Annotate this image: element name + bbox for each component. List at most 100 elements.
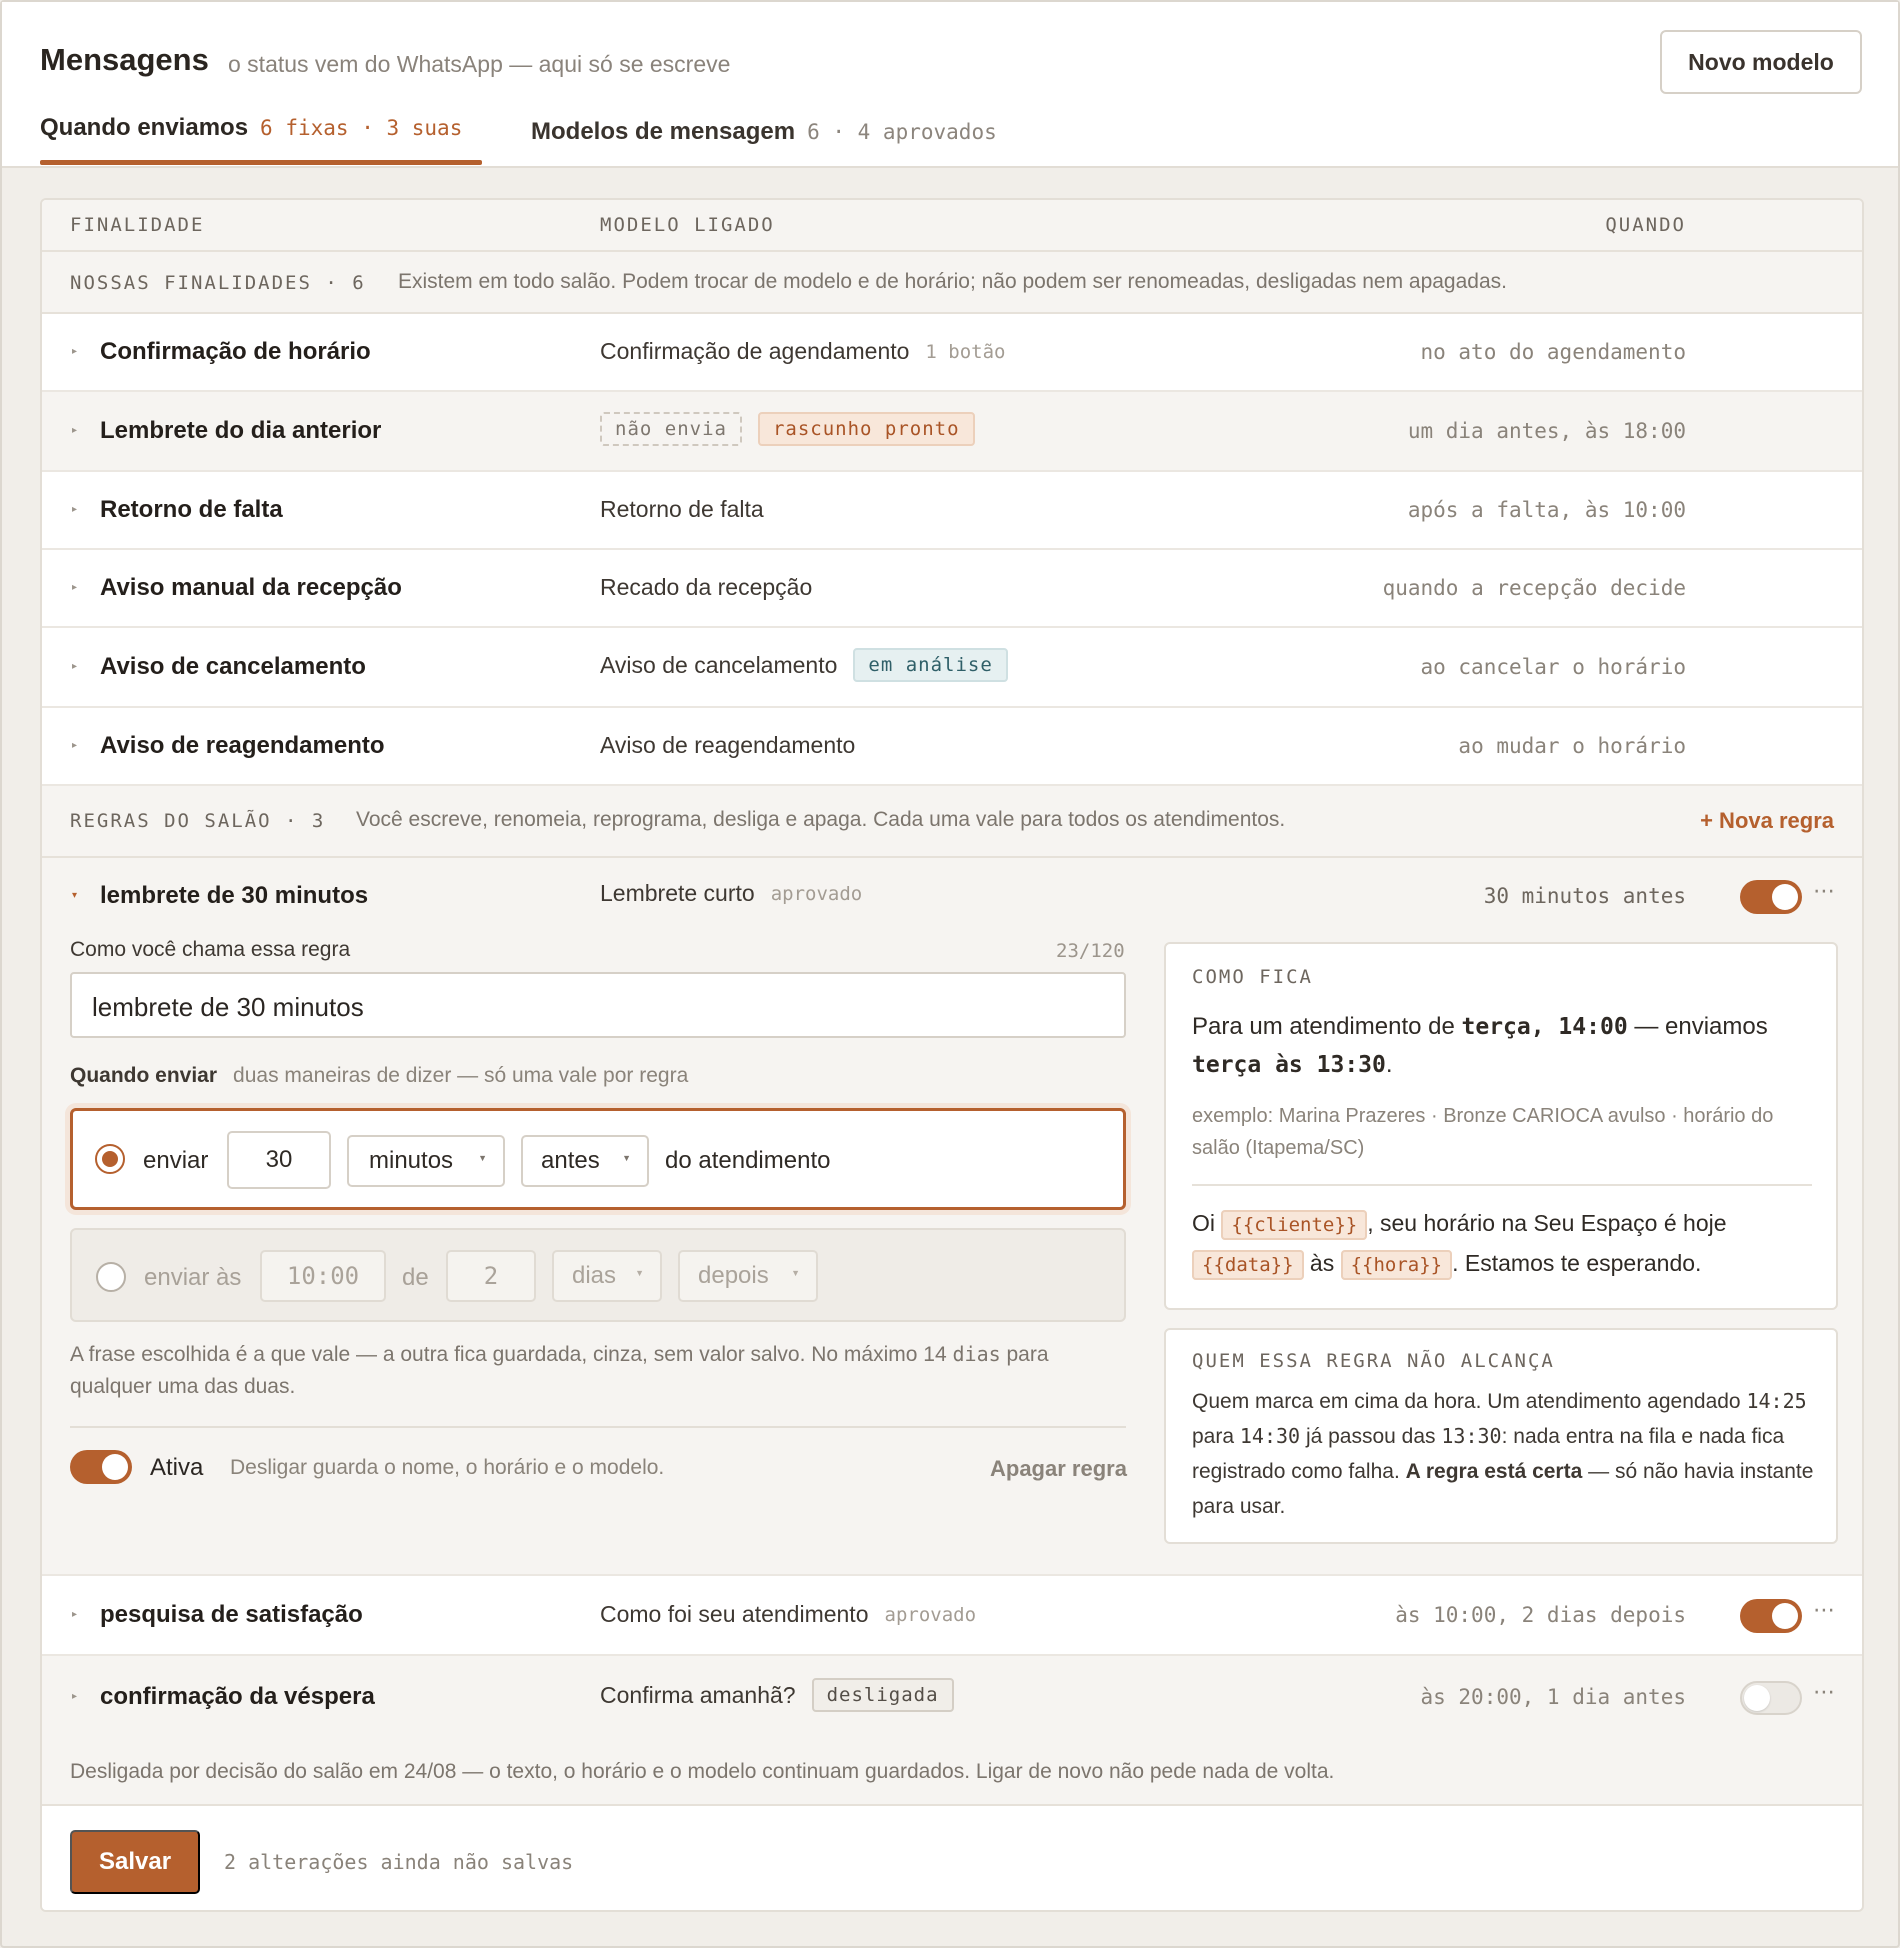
days-unit-value: dias (572, 1262, 617, 1289)
choice-note: A frase escolhida é a que vale — a outra… (70, 1338, 1130, 1403)
expand-icon[interactable]: ▸ (72, 661, 77, 672)
expand-icon[interactable]: ▸ (72, 504, 77, 515)
model-cell: Aviso de reagendamento (600, 732, 855, 759)
expand-icon[interactable]: ▸ (72, 425, 77, 436)
send-prefix: enviar (143, 1147, 209, 1174)
schedule-table: FINALIDADE MODELO LIGADO QUANDO NOSSAS F… (40, 198, 1864, 1912)
tab-count: 6 · 4 aprovados (807, 120, 997, 144)
model-name: Confirmação de agendamento (600, 338, 910, 364)
purpose-name: Aviso de reagendamento (100, 732, 385, 759)
direction-select[interactable]: antes ▼ (521, 1135, 649, 1187)
unit-value: minutos (369, 1147, 454, 1174)
rule-name-input[interactable]: lembrete de 30 minutos (70, 972, 1126, 1038)
direction-value: antes (541, 1147, 600, 1174)
purpose-name: Retorno de falta (100, 496, 283, 523)
rule-name[interactable]: lembrete de 30 minutos (100, 882, 368, 910)
active-toggle[interactable] (70, 1450, 132, 1484)
body-text: já passou das (1305, 1425, 1436, 1448)
tab-message-templates[interactable]: Modelos de mensagem 6 · 4 aprovados (531, 118, 997, 146)
summary-period: . (1385, 1051, 1393, 1078)
variable-hour: {{hora}} (1340, 1250, 1453, 1280)
table-row[interactable]: ▸ pesquisa de satisfação Como foi seu at… (42, 1576, 1862, 1656)
model-cell: Retorno de falta (600, 496, 764, 523)
expand-icon[interactable]: ▸ (72, 1691, 77, 1702)
footer-bar: Salvar 2 alterações ainda não salvas (42, 1806, 1862, 1910)
expand-icon[interactable]: ▸ (72, 346, 77, 357)
chevron-down-icon: ▼ (635, 1268, 644, 1278)
rule-toggle[interactable] (1740, 1681, 1802, 1715)
app-window: Mensagens o status vem do WhatsApp — aqu… (0, 0, 1900, 1948)
relative-time-option[interactable]: enviar 30 minutos ▼ antes ▼ do atendimento (70, 1108, 1126, 1210)
unsaved-changes: 2 alterações ainda não salvas (224, 1850, 574, 1874)
absolute-time-option[interactable]: enviar às 10:00 de 2 dias ▼ depois ▼ (70, 1228, 1126, 1322)
chevron-down-icon: ▼ (622, 1153, 631, 1163)
model-name: Retorno de falta (600, 496, 764, 522)
expand-icon[interactable]: ▸ (72, 740, 77, 751)
days-unit-select[interactable]: dias ▼ (552, 1250, 662, 1302)
after-select[interactable]: depois ▼ (678, 1250, 818, 1302)
amount-input[interactable]: 30 (227, 1131, 331, 1189)
fixed-section-header: NOSSAS FINALIDADES · 6 Existem em todo s… (42, 252, 1862, 314)
model-cell: Aviso de cancelamento em análise (600, 648, 1008, 682)
delete-rule-button[interactable]: Apagar regra (990, 1456, 1127, 1482)
tab-label: Modelos de mensagem (531, 118, 796, 145)
message-text: , seu horário na Seu Espaço é hoje (1367, 1210, 1727, 1236)
unit-select[interactable]: minutos ▼ (347, 1135, 505, 1187)
collapse-icon[interactable]: ▾ (72, 890, 77, 901)
days-input[interactable]: 2 (446, 1250, 536, 1302)
tab-when-we-send[interactable]: Quando enviamos 6 fixas · 3 suas (40, 114, 462, 142)
section-description: Você escreve, renomeia, reprograma, desl… (356, 808, 1286, 831)
more-options-icon[interactable]: ⋯ (1813, 1597, 1836, 1623)
preview-summary: Para um atendimento de terça, 14:00 — en… (1192, 1008, 1816, 1084)
save-button[interactable]: Salvar (70, 1830, 200, 1894)
expand-icon[interactable]: ▸ (72, 1609, 77, 1620)
new-rule-button[interactable]: + Nova regra (1700, 808, 1834, 834)
when-cell: ao cancelar o horário (1420, 655, 1686, 679)
new-template-button[interactable]: Novo modelo (1660, 30, 1862, 94)
time-input[interactable]: 10:00 (260, 1250, 386, 1302)
preview-title: COMO FICA (1192, 966, 1313, 988)
rule-toggle[interactable] (1740, 880, 1802, 914)
model-cell: Recado da recepção (600, 574, 812, 601)
more-options-icon[interactable]: ⋯ (1813, 1679, 1836, 1705)
preview-example: exemplo: Marina Prazeres · Bronze CARIOC… (1192, 1105, 1774, 1159)
when-label-text: Quando enviar (70, 1064, 218, 1087)
in-review-badge: em análise (853, 648, 1008, 682)
after-value: depois (698, 1262, 769, 1289)
divider (70, 1426, 1126, 1428)
rule-toggle[interactable] (1740, 1599, 1802, 1633)
table-row[interactable]: ▸ confirmação da véspera Confirma amanhã… (42, 1656, 1862, 1740)
tab-label: Quando enviamos (40, 114, 249, 141)
radio-absolute[interactable] (96, 1262, 126, 1292)
not-reached-title: QUEM ESSA REGRA NÃO ALCANÇA (1192, 1350, 1555, 1372)
table-row[interactable]: ▸ Aviso de reagendamento Aviso de reagen… (42, 708, 1862, 786)
model-cell: não envia rascunho pronto (600, 412, 975, 446)
radio-relative[interactable] (95, 1144, 125, 1174)
table-row[interactable]: ▸ Lembrete do dia anterior não envia rasc… (42, 392, 1862, 472)
time-value: 10:00 (286, 1262, 360, 1290)
body-bold: A regra está certa (1405, 1460, 1583, 1483)
table-row[interactable]: ▸ Confirmação de horário Confirmação de … (42, 314, 1862, 392)
table-row[interactable]: ▸ Retorno de falta Retorno de falta após… (42, 472, 1862, 550)
message-text: às (1309, 1250, 1335, 1276)
send-at-prefix: enviar às (144, 1264, 242, 1291)
body-text: Quem marca em cima da hora. Um atendimen… (1192, 1390, 1741, 1413)
not-reached-body: Quem marca em cima da hora. Um atendimen… (1192, 1384, 1816, 1524)
table-row[interactable]: ▸ Aviso de cancelamento Aviso de cancela… (42, 628, 1862, 708)
when-cell: quando a recepção decide (1382, 576, 1686, 600)
of-text: de (402, 1264, 429, 1291)
message-text: . Estamos te esperando. (1452, 1250, 1702, 1276)
time-value: 14:30 (1239, 1424, 1301, 1448)
disabled-badge: desligada (811, 1678, 954, 1712)
expand-icon[interactable]: ▸ (72, 582, 77, 593)
model-cell: Confirmação de agendamento 1 botão (600, 338, 1006, 365)
table-row[interactable]: ▸ Aviso manual da recepção Recado da rec… (42, 550, 1862, 628)
model-cell: Como foi seu atendimento aprovado (600, 1601, 976, 1628)
preview-panel: COMO FICA Para um atendimento de terça, … (1164, 942, 1838, 1310)
model-name: Confirma amanhã? (600, 1681, 796, 1708)
page-header: Mensagens o status vem do WhatsApp — aqu… (2, 2, 1898, 168)
table-header: FINALIDADE MODELO LIGADO QUANDO (42, 200, 1862, 252)
more-options-icon[interactable]: ⋯ (1813, 878, 1836, 904)
section-description: Existem em todo salão. Podem trocar de m… (398, 270, 1507, 293)
model-name: Aviso de reagendamento (600, 732, 856, 758)
